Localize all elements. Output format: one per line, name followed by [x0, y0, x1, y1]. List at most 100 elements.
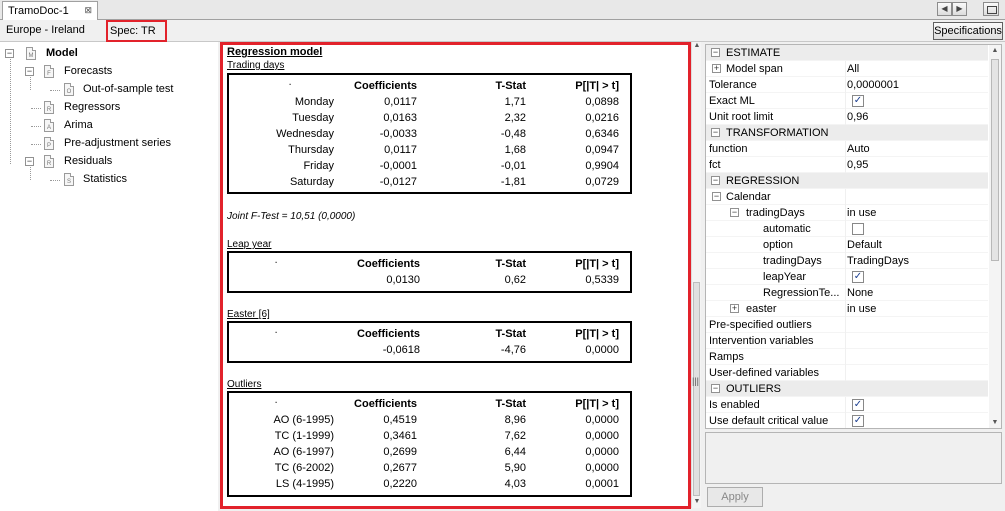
property-value[interactable]: All: [847, 63, 859, 75]
property-name: Unit root limit: [709, 111, 774, 123]
scroll-down-icon[interactable]: ▼: [693, 498, 701, 508]
unchecked-checkbox[interactable]: [852, 223, 864, 235]
next-tab-button[interactable]: ▶: [952, 2, 967, 16]
coefficients-header: Coefficients: [357, 258, 420, 270]
tree-item-forecasts[interactable]: − F Forecasts: [4, 64, 204, 80]
table-header: . Coefficients T-Stat P[|T| > t]: [229, 326, 630, 344]
checked-checkbox[interactable]: ✓: [852, 95, 864, 107]
tree-item-label: Statistics: [83, 173, 128, 185]
property-value[interactable]: in use: [847, 303, 876, 315]
tree-item-regressors[interactable]: R Regressors: [4, 100, 204, 116]
expand-icon[interactable]: +: [712, 64, 721, 73]
document-toolbar: Europe - Ireland Spec: TR Specifications: [0, 20, 1005, 42]
tree-item-residuals[interactable]: − R Residuals: [4, 154, 204, 170]
splitter-grip-icon[interactable]: |||: [692, 376, 699, 386]
tstat-header: T-Stat: [495, 80, 526, 92]
property-description-area: [705, 432, 1002, 484]
property-row[interactable]: User-defined variables: [706, 365, 988, 381]
apply-button[interactable]: Apply: [707, 487, 763, 507]
checked-checkbox[interactable]: ✓: [852, 415, 864, 427]
coefficients-header: Coefficients: [354, 398, 417, 410]
expand-icon[interactable]: +: [730, 304, 739, 313]
property-row[interactable]: Exact ML ✓: [706, 93, 988, 109]
property-row[interactable]: Is enabled ✓: [706, 397, 988, 413]
close-icon[interactable]: ⊠: [84, 5, 92, 16]
tree-item-label: Pre-adjustment series: [64, 137, 171, 149]
tree-item-pre-adjustment-series[interactable]: P Pre-adjustment series: [4, 136, 204, 152]
prev-tab-button[interactable]: ◀: [937, 2, 952, 16]
property-row[interactable]: + Model span All: [706, 61, 988, 77]
property-value[interactable]: None: [847, 287, 873, 299]
property-name: automatic: [763, 223, 811, 235]
property-value[interactable]: TradingDays: [847, 255, 909, 267]
scroll-up-icon[interactable]: ▲: [991, 47, 999, 54]
document-tab[interactable]: TramoDoc-1 ⊠: [2, 1, 98, 20]
property-grid-scrollbar[interactable]: ▲ ▼: [989, 45, 1001, 428]
report-scrollbar[interactable]: ▲ ▼: [691, 42, 701, 508]
collapse-icon[interactable]: −: [711, 128, 720, 137]
scroll-down-icon[interactable]: ▼: [991, 419, 999, 426]
scroll-up-icon[interactable]: ▲: [693, 42, 701, 52]
pvalue-cell: 0,5339: [585, 274, 619, 286]
scrollbar-thumb[interactable]: [693, 282, 700, 496]
coefficients-header: Coefficients: [354, 80, 417, 92]
property-value[interactable]: 0,96: [847, 111, 868, 123]
cell-marker: .: [275, 326, 278, 335]
report-title: Regression model: [227, 46, 323, 58]
property-row[interactable]: leapYear ✓: [706, 269, 988, 285]
scrollbar-thumb[interactable]: [991, 59, 999, 261]
property-row[interactable]: Unit root limit 0,96: [706, 109, 988, 125]
property-row[interactable]: Ramps: [706, 349, 988, 365]
property-value[interactable]: Default: [847, 239, 882, 251]
property-row[interactable]: tradingDays TradingDays: [706, 253, 988, 269]
collapse-icon[interactable]: −: [711, 384, 720, 393]
property-row[interactable]: − tradingDays in use: [706, 205, 988, 221]
collapse-icon[interactable]: −: [711, 48, 720, 57]
checked-checkbox[interactable]: ✓: [852, 399, 864, 411]
collapse-icon[interactable]: −: [25, 157, 34, 166]
property-category[interactable]: − ESTIMATE: [706, 45, 988, 61]
restore-window-button[interactable]: [983, 2, 999, 16]
property-value[interactable]: Auto: [847, 143, 870, 155]
tree-item-model[interactable]: − M Model: [4, 46, 204, 62]
spec-indicator[interactable]: Spec: TR: [106, 20, 167, 42]
property-row[interactable]: Use default critical value ✓: [706, 413, 988, 428]
tree-item-label: Regressors: [64, 101, 121, 113]
tree-item-arima[interactable]: A Arima: [4, 118, 204, 134]
tstat-cell: 0,62: [504, 274, 526, 286]
property-value[interactable]: 0,95: [847, 159, 868, 171]
property-row[interactable]: fct 0,95: [706, 157, 988, 173]
property-row[interactable]: + easter in use: [706, 301, 988, 317]
property-row[interactable]: option Default: [706, 237, 988, 253]
property-row[interactable]: automatic: [706, 221, 988, 237]
collapse-icon[interactable]: −: [25, 67, 34, 76]
tree-item-statistics[interactable]: S Statistics: [4, 172, 204, 188]
property-row[interactable]: Pre-specified outliers: [706, 317, 988, 333]
pvalue-cell: 0,0000: [585, 462, 619, 474]
property-row[interactable]: function Auto: [706, 141, 988, 157]
property-category[interactable]: − OUTLIERS: [706, 381, 988, 397]
property-row[interactable]: RegressionTe... None: [706, 285, 988, 301]
checked-checkbox[interactable]: ✓: [852, 271, 864, 283]
column-divider: [845, 61, 846, 77]
property-name: Calendar: [726, 191, 771, 203]
specifications-button[interactable]: Specifications: [933, 22, 1003, 40]
property-value[interactable]: in use: [847, 207, 876, 219]
property-row[interactable]: Tolerance 0,0000001: [706, 77, 988, 93]
row-label-cell: TC (6-2002): [274, 462, 334, 474]
collapse-icon[interactable]: −: [730, 208, 739, 217]
document-icon: M: [26, 47, 36, 60]
property-category[interactable]: − REGRESSION: [706, 173, 988, 189]
property-value[interactable]: 0,0000001: [847, 79, 899, 91]
property-row[interactable]: Intervention variables: [706, 333, 988, 349]
collapse-icon[interactable]: −: [5, 49, 14, 58]
property-name: Ramps: [709, 351, 744, 363]
row-label-cell: Wednesday: [276, 128, 334, 140]
property-category[interactable]: − TRANSFORMATION: [706, 125, 988, 141]
tree-item-label: Forecasts: [64, 65, 113, 77]
collapse-icon[interactable]: −: [712, 192, 721, 201]
property-name: Model span: [726, 63, 783, 75]
collapse-icon[interactable]: −: [711, 176, 720, 185]
property-row[interactable]: − Calendar: [706, 189, 988, 205]
tree-item-out-of-sample-test[interactable]: O Out-of-sample test: [4, 82, 204, 98]
